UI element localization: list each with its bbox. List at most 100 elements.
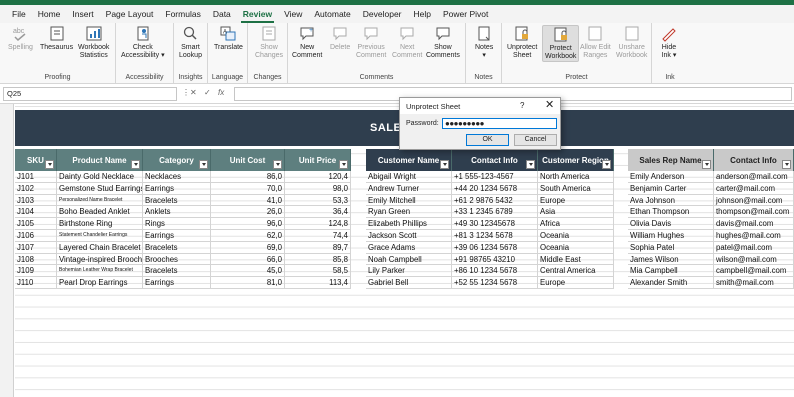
filter-dropdown-icon[interactable]: [339, 160, 348, 169]
menu-tab-insert[interactable]: Insert: [66, 5, 99, 23]
spelling-button[interactable]: abc Spelling: [8, 25, 33, 52]
table-cell[interactable]: johnson@mail.com: [714, 194, 794, 207]
table-cell[interactable]: Ava Johnson: [628, 194, 714, 207]
notes-button[interactable]: Notes ▾: [475, 25, 493, 60]
table-cell[interactable]: J105: [15, 218, 57, 230]
table-cell[interactable]: 113,4: [285, 277, 351, 289]
table-cell[interactable]: 96,0: [211, 218, 285, 230]
password-field[interactable]: ●●●●●●●●●: [442, 118, 557, 129]
table-cell[interactable]: 74,4: [285, 229, 351, 242]
table-cell[interactable]: J104: [15, 206, 57, 219]
table-cell[interactable]: Emily Mitchell: [366, 194, 452, 207]
unprotect-sheet-button[interactable]: Unprotect Sheet: [507, 25, 537, 60]
table-cell[interactable]: Layered Chain Bracelet: [57, 241, 143, 254]
table-cell[interactable]: 62,0: [211, 229, 285, 242]
table-cell[interactable]: Bracelets: [143, 194, 211, 207]
table-cell[interactable]: South America: [538, 182, 614, 195]
table-cell[interactable]: 58,5: [285, 265, 351, 278]
menu-tab-home[interactable]: Home: [32, 5, 67, 23]
table-cell[interactable]: Birthstone Ring: [57, 218, 143, 230]
filter-dropdown-icon[interactable]: [782, 160, 791, 169]
table-cell[interactable]: 26,0: [211, 206, 285, 219]
hide-ink-button[interactable]: Hide Ink ▾: [661, 25, 677, 60]
table-cell[interactable]: Necklaces: [143, 171, 211, 183]
table-cell[interactable]: J109: [15, 265, 57, 278]
table-cell[interactable]: Alexander Smith: [628, 277, 714, 289]
table-cell[interactable]: 120,4: [285, 171, 351, 183]
filter-dropdown-icon[interactable]: [440, 160, 449, 169]
table-cell[interactable]: Benjamin Carter: [628, 182, 714, 195]
table-cell[interactable]: 98,0: [285, 182, 351, 195]
table-cell[interactable]: J101: [15, 171, 57, 183]
translate-button[interactable]: A Translate: [214, 25, 243, 52]
menu-tab-review[interactable]: Review: [237, 5, 278, 23]
thesaurus-button[interactable]: Thesaurus: [40, 25, 73, 52]
menu-tab-formulas[interactable]: Formulas: [159, 5, 206, 23]
table-cell[interactable]: Bracelets: [143, 241, 211, 254]
close-icon[interactable]: ✕: [545, 99, 554, 111]
menu-tab-automate[interactable]: Automate: [308, 5, 356, 23]
filter-dropdown-icon[interactable]: [45, 160, 54, 169]
table-cell[interactable]: Elizabeth Phillips: [366, 218, 452, 230]
menu-tab-help[interactable]: Help: [408, 5, 437, 23]
table-cell[interactable]: Bohemian Leather Wrap Bracelet: [57, 265, 143, 278]
table-cell[interactable]: Europe: [538, 277, 614, 289]
show-changes-button[interactable]: Show Changes: [255, 25, 283, 60]
table-cell[interactable]: Noah Campbell: [366, 253, 452, 266]
table-cell[interactable]: Asia: [538, 206, 614, 219]
table-cell[interactable]: davis@mail.com: [714, 218, 794, 230]
table-cell[interactable]: 124,8: [285, 218, 351, 230]
table-cell[interactable]: hughes@mail.com: [714, 229, 794, 242]
table-cell[interactable]: +91 98765 43210: [452, 253, 538, 266]
table-cell[interactable]: +81 3 1234 5678: [452, 229, 538, 242]
table-cell[interactable]: J107: [15, 241, 57, 254]
filter-dropdown-icon[interactable]: [702, 160, 711, 169]
cancel-button[interactable]: Cancel: [514, 134, 557, 146]
table-cell[interactable]: Earrings: [143, 182, 211, 195]
next-comment-button[interactable]: Next Comment: [392, 25, 422, 60]
insert-function-icon[interactable]: fx: [218, 88, 224, 97]
show-comments-button[interactable]: Show Comments: [426, 25, 460, 60]
table-cell[interactable]: Ryan Green: [366, 206, 452, 219]
table-cell[interactable]: +1 555-123-4567: [452, 171, 538, 183]
menu-tab-power-pivot[interactable]: Power Pivot: [437, 5, 494, 23]
ok-button[interactable]: OK: [466, 134, 509, 146]
table-cell[interactable]: Ethan Thompson: [628, 206, 714, 219]
allow-edit-ranges-button[interactable]: Allow Edit Ranges: [580, 25, 611, 60]
table-cell[interactable]: J108: [15, 253, 57, 266]
table-cell[interactable]: Central America: [538, 265, 614, 278]
table-cell[interactable]: anderson@mail.com: [714, 171, 794, 183]
table-cell[interactable]: Africa: [538, 218, 614, 230]
table-cell[interactable]: 81,0: [211, 277, 285, 289]
table-cell[interactable]: Pearl Drop Earrings: [57, 277, 143, 289]
table-cell[interactable]: 45,0: [211, 265, 285, 278]
table-cell[interactable]: +61 2 9876 5432: [452, 194, 538, 207]
menu-tab-developer[interactable]: Developer: [357, 5, 408, 23]
table-cell[interactable]: 66,0: [211, 253, 285, 266]
table-cell[interactable]: Personalized Name Bracelet: [57, 194, 143, 207]
table-cell[interactable]: +44 20 1234 5678: [452, 182, 538, 195]
check-accessibility-button[interactable]: Check Accessibility ▾: [121, 25, 165, 60]
table-cell[interactable]: Abigail Wright: [366, 171, 452, 183]
table-cell[interactable]: wilson@mail.com: [714, 253, 794, 266]
previous-comment-button[interactable]: Previous Comment: [356, 25, 386, 60]
filter-dropdown-icon[interactable]: [273, 160, 282, 169]
workbook-statistics-button[interactable]: Workbook Statistics: [78, 25, 109, 60]
table-cell[interactable]: Middle East: [538, 253, 614, 266]
table-cell[interactable]: Rings: [143, 218, 211, 230]
enter-icon[interactable]: ✓: [204, 88, 211, 97]
menu-tab-file[interactable]: File: [6, 5, 32, 23]
smart-lookup-button[interactable]: Smart Lookup: [179, 25, 202, 60]
table-cell[interactable]: 70,0: [211, 182, 285, 195]
table-cell[interactable]: Brooches: [143, 253, 211, 266]
table-cell[interactable]: Emily Anderson: [628, 171, 714, 183]
new-comment-button[interactable]: + New Comment: [292, 25, 322, 60]
table-cell[interactable]: Boho Beaded Anklet: [57, 206, 143, 219]
filter-dropdown-icon[interactable]: [131, 160, 140, 169]
table-cell[interactable]: campbell@mail.com: [714, 265, 794, 278]
table-cell[interactable]: Gemstone Stud Earrings: [57, 182, 143, 195]
table-cell[interactable]: Oceania: [538, 241, 614, 254]
protect-workbook-button[interactable]: Protect Workbook: [542, 25, 580, 62]
table-cell[interactable]: Earrings: [143, 229, 211, 242]
help-icon[interactable]: ?: [520, 101, 524, 110]
